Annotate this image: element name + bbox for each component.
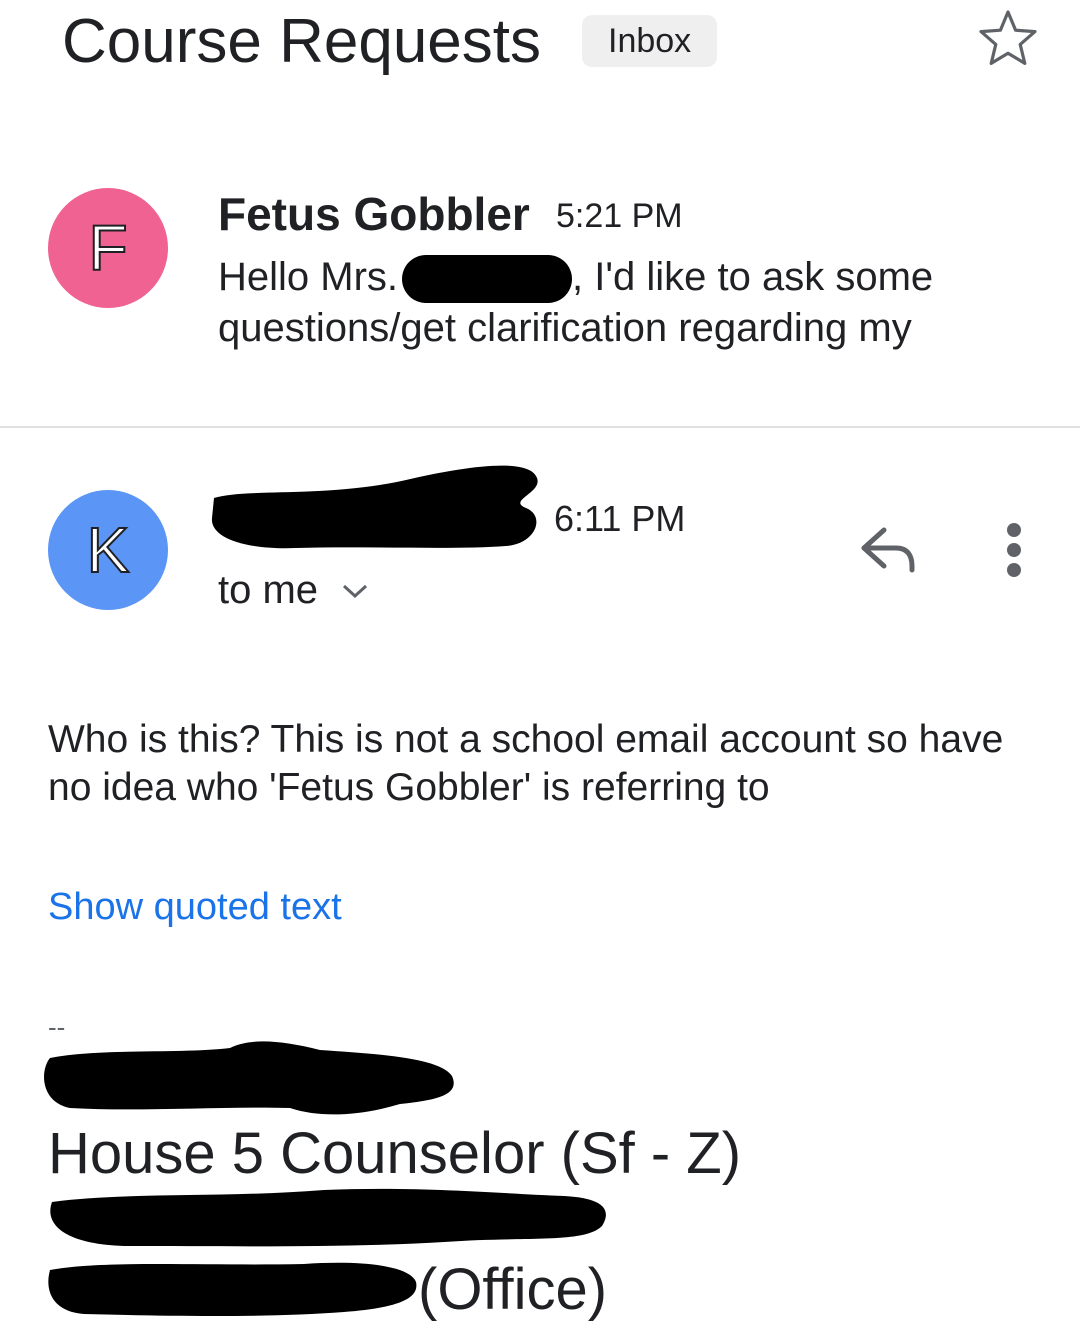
snippet-line-1: Hello Mrs. , I'd like to ask some xyxy=(218,252,998,304)
redacted-signature-name xyxy=(44,1041,454,1115)
redacted-sender-name xyxy=(211,465,538,549)
signature-title: House 5 Counselor (Sf - Z) xyxy=(48,1121,742,1186)
show-quoted-text-link[interactable]: Show quoted text xyxy=(48,882,342,932)
snippet-start: Hello Mrs. xyxy=(218,255,399,299)
sender-avatar[interactable]: F xyxy=(48,188,168,308)
star-icon[interactable] xyxy=(976,6,1040,70)
message-snippet[interactable]: Hello Mrs. , I'd like to ask some questio… xyxy=(218,252,998,353)
avatar-letter: K xyxy=(86,514,131,586)
redaction-mark xyxy=(402,255,573,304)
message-divider xyxy=(0,426,1080,428)
sender-avatar[interactable]: K xyxy=(48,490,168,610)
redacted-phone-number xyxy=(48,1262,417,1316)
redacted-signature-line xyxy=(50,1188,606,1247)
snippet-line-2: questions/get clarification regarding my xyxy=(218,306,912,351)
snippet-mid: , I'd like to ask some xyxy=(572,255,934,299)
recipients-toggle[interactable]: to me xyxy=(218,566,370,614)
chevron-down-icon xyxy=(343,584,368,599)
email-subject: Course Requests xyxy=(62,7,542,76)
avatar-letter: F xyxy=(87,212,128,284)
message-body: Who is this? This is not a school email … xyxy=(48,718,1004,809)
signature-office-label: (Office) xyxy=(418,1257,608,1322)
more-vert-icon[interactable] xyxy=(990,520,1038,580)
recipients-label: to me xyxy=(218,568,319,612)
inbox-label-chip[interactable]: Inbox xyxy=(582,15,718,67)
sender-name[interactable]: Fetus Gobbler xyxy=(218,186,530,242)
message-time: 5:21 PM xyxy=(556,197,683,235)
reply-icon[interactable] xyxy=(856,520,920,576)
message-time: 6:11 PM xyxy=(554,498,686,539)
